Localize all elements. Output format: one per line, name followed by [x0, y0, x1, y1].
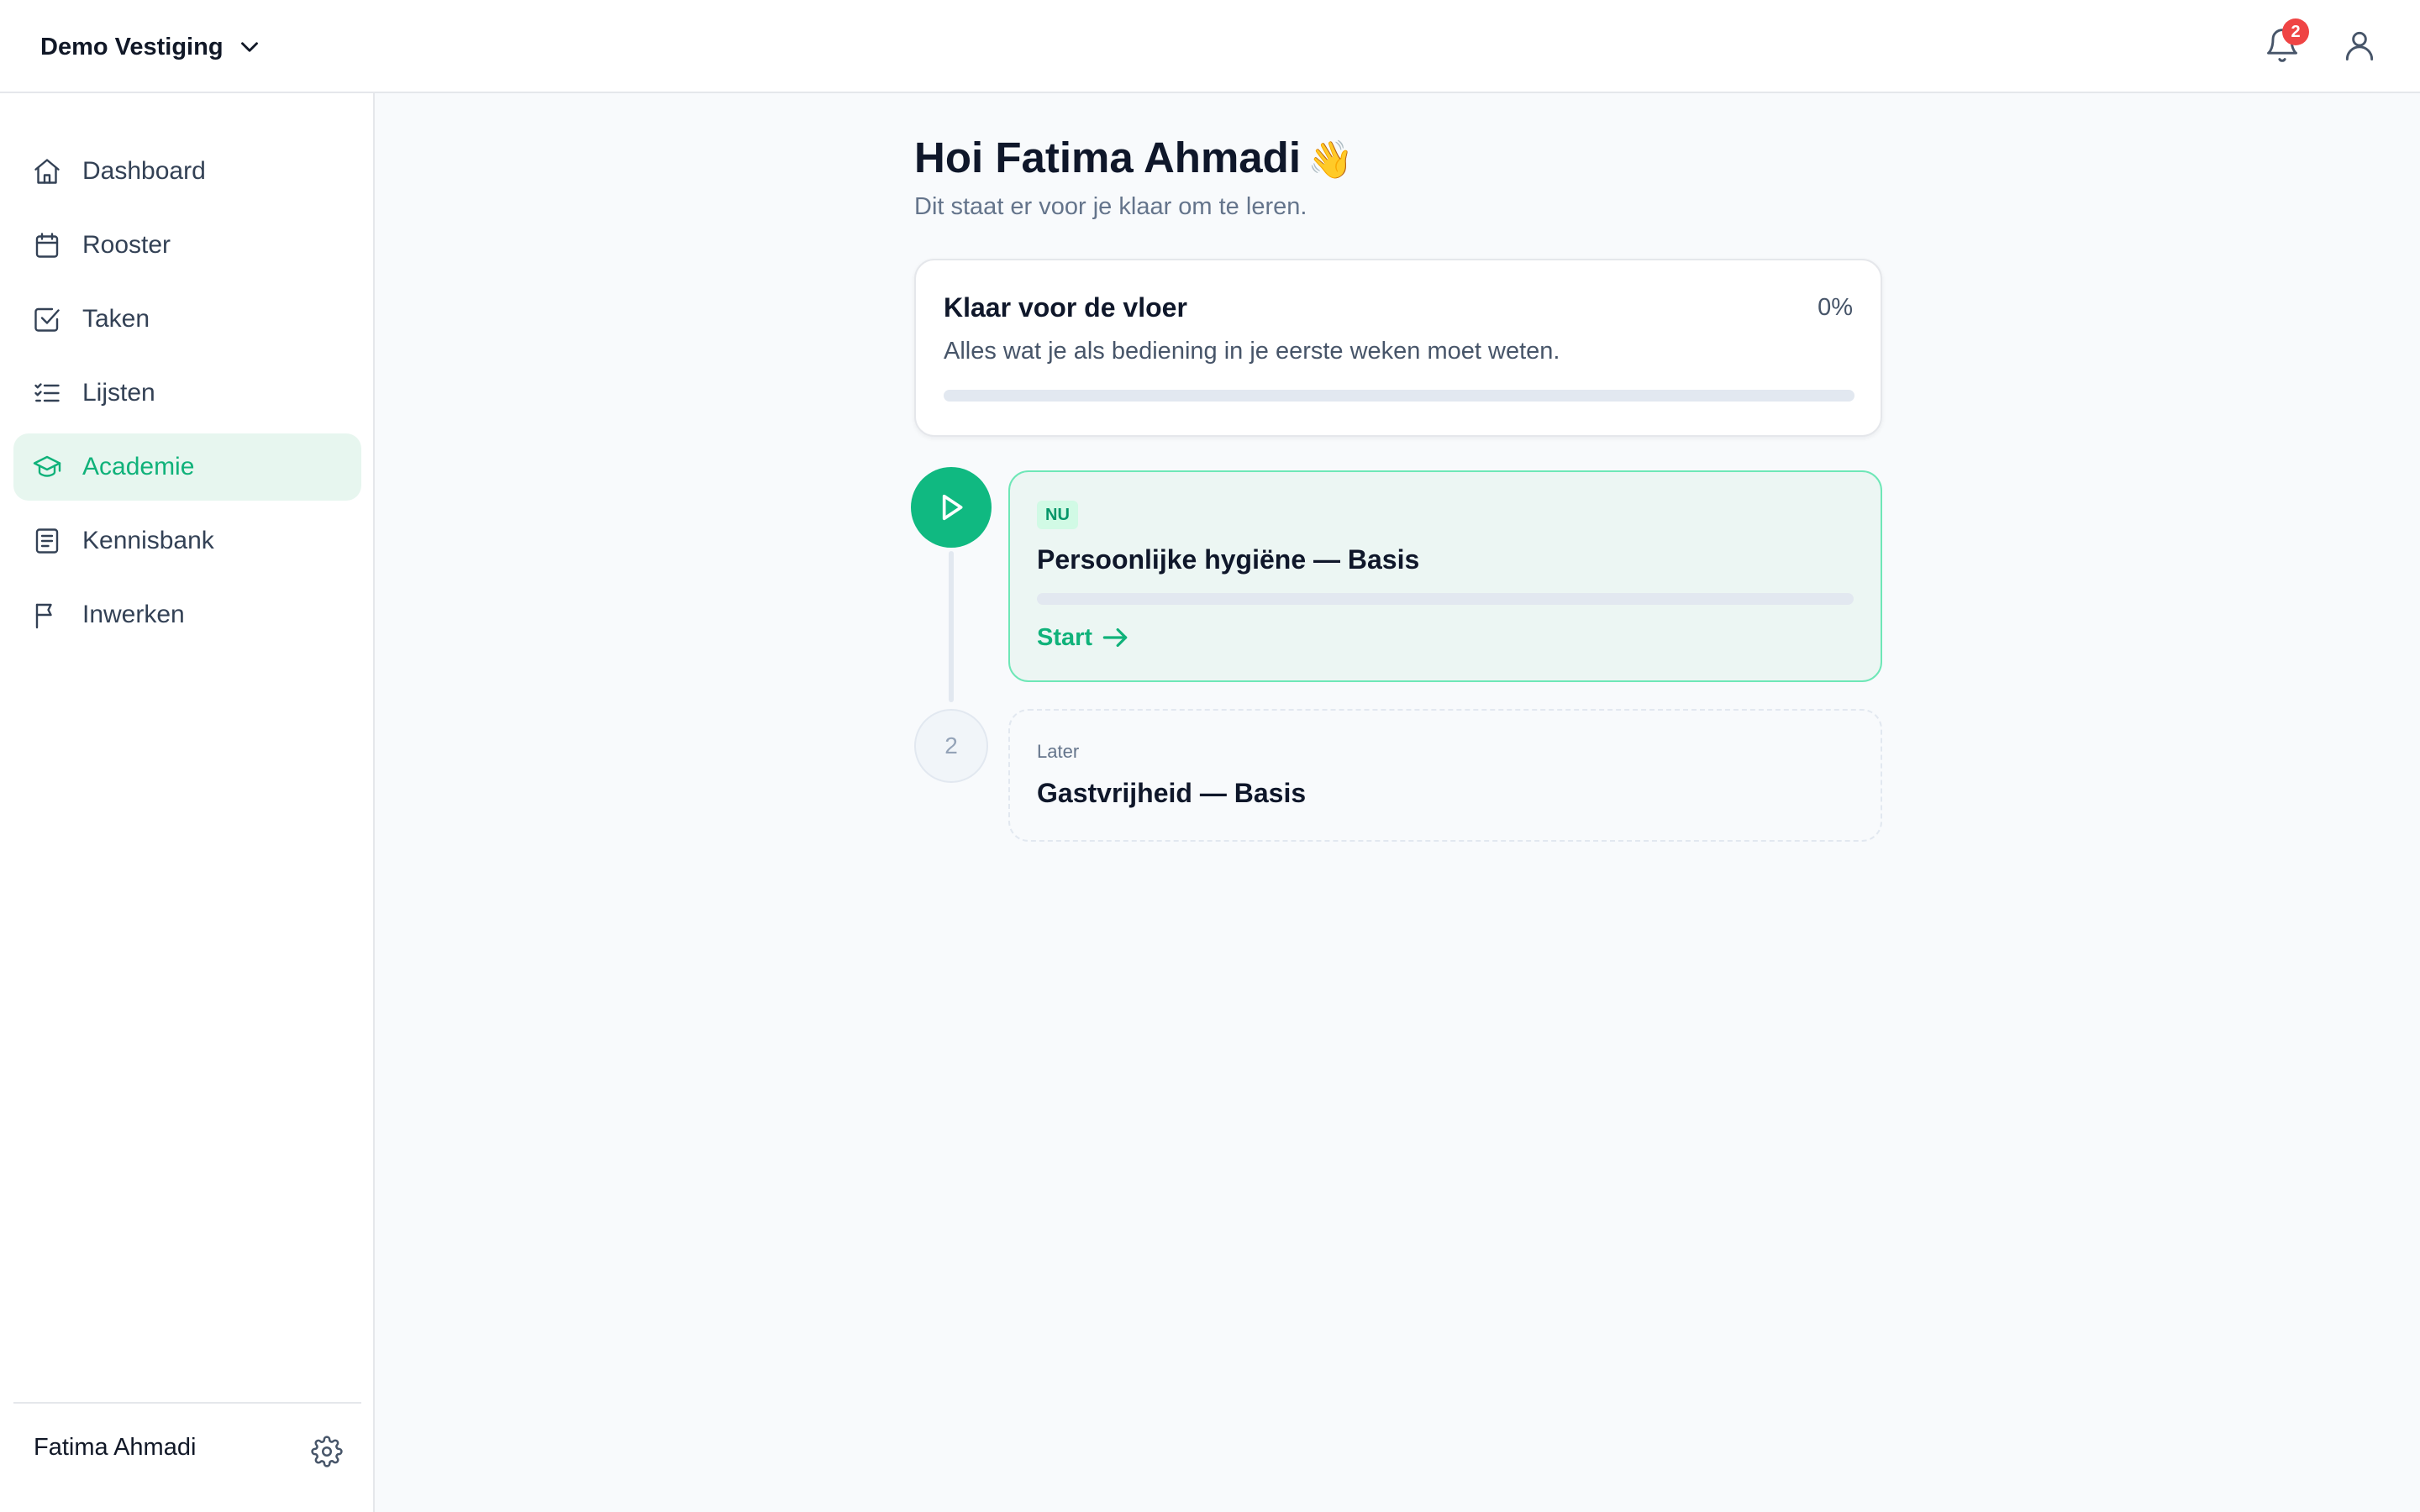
- workspace-name: Demo Vestiging: [40, 33, 224, 60]
- sidebar-item-label: Rooster: [82, 231, 171, 259]
- checkbox-icon: [32, 304, 62, 334]
- sidebar-item-label: Academie: [82, 453, 195, 480]
- start-lesson-link[interactable]: Start: [1037, 622, 1131, 654]
- sidebar-item-taken[interactable]: Taken: [13, 286, 361, 353]
- sidebar-item-dashboard[interactable]: Dashboard: [13, 138, 361, 205]
- book-icon: [32, 526, 62, 556]
- sidebar-item-inwerken[interactable]: Inwerken: [13, 581, 361, 648]
- notifications-button[interactable]: 2: [2264, 18, 2309, 66]
- lesson-title: Persoonlijke hygiëne — Basis: [1037, 544, 1420, 575]
- sidebar-item-label: Lijsten: [82, 379, 155, 407]
- sidebar-item-label: Inwerken: [82, 601, 185, 628]
- greeting-text: Hoi Fatima Ahmadi: [914, 134, 1301, 181]
- start-label: Start: [1037, 623, 1093, 651]
- course-progress-bar: [944, 390, 1854, 402]
- sidebar-item-label: Kennisbank: [82, 527, 214, 554]
- current-lesson-card[interactable]: NU Persoonlijke hygiëne — Basis Start: [1008, 470, 1882, 682]
- chevron-down-icon: [240, 42, 258, 52]
- sidebar-item-kennisbank[interactable]: Kennisbank: [13, 507, 361, 575]
- flag-icon: [32, 600, 62, 630]
- profile-button[interactable]: [2341, 27, 2378, 66]
- sidebar-item-lijsten[interactable]: Lijsten: [13, 360, 361, 427]
- sidebar-divider: [13, 1402, 361, 1404]
- graduation-cap-icon: [32, 452, 62, 482]
- lesson-title: Gastvrijheid — Basis: [1037, 778, 1307, 808]
- status-badge: NU: [1037, 501, 1078, 529]
- notification-badge: 2: [2282, 18, 2309, 45]
- lesson-status-label: Later: [1037, 741, 1080, 762]
- course-title: Klaar voor de vloer: [944, 292, 1187, 323]
- user-icon: [2345, 31, 2374, 60]
- settings-button[interactable]: [311, 1436, 343, 1467]
- workspace-selector[interactable]: Demo Vestiging: [40, 29, 264, 66]
- sidebar-item-rooster[interactable]: Rooster: [13, 212, 361, 279]
- calendar-icon: [32, 230, 62, 260]
- sidebar-item-label: Dashboard: [82, 157, 206, 185]
- sidebar-user-name: Fatima Ahmadi: [34, 1434, 197, 1461]
- play-lesson-button[interactable]: [911, 467, 992, 548]
- sidebar-item-label: Taken: [82, 305, 150, 333]
- timeline-connector: [949, 551, 954, 702]
- step-number-badge: 2: [914, 709, 988, 783]
- sidebar: Dashboard Rooster Taken Lijsten Academie…: [0, 93, 375, 1512]
- play-icon: [942, 494, 963, 521]
- top-bar: Demo Vestiging 2: [0, 0, 2420, 93]
- waving-hand-icon: 👋: [1307, 139, 1354, 181]
- course-description: Alles wat je als bediening in je eerste …: [944, 338, 1560, 365]
- sidebar-item-academie[interactable]: Academie: [13, 433, 361, 501]
- page-subtitle: Dit staat er voor je klaar om te leren.: [914, 193, 1307, 220]
- upcoming-lesson-card: Later Gastvrijheid — Basis: [1008, 709, 1882, 842]
- arrow-right-icon: [1102, 627, 1128, 648]
- home-icon: [32, 156, 62, 186]
- gear-icon: [311, 1436, 343, 1467]
- course-progress-card: Klaar voor de vloer 0% Alles wat je als …: [914, 259, 1882, 437]
- lesson-progress-bar: [1037, 593, 1854, 605]
- course-progress-percent: 0%: [1818, 294, 1853, 321]
- page-title: Hoi Fatima Ahmadi 👋: [914, 133, 1354, 182]
- list-icon: [32, 378, 62, 408]
